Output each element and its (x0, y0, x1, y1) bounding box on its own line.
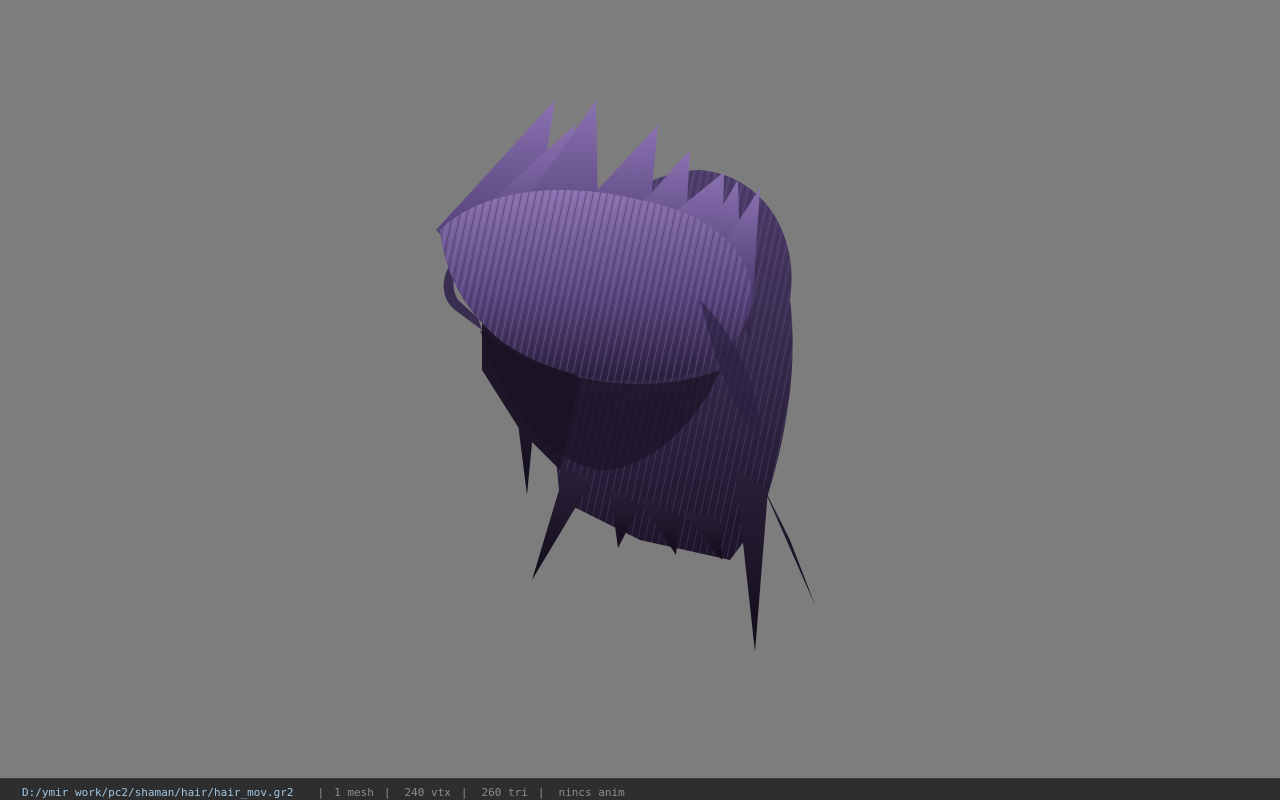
mesh-count: 1 mesh (334, 786, 374, 799)
separator: | (460, 786, 468, 799)
hair-spike-lower (532, 470, 592, 580)
animation-status: nincs anim (558, 786, 625, 799)
hair-model-render (436, 100, 815, 652)
vertex-count: 240 vtx (404, 786, 451, 799)
file-path: D:/ymir work/pc2/shaman/hair/hair_mov.gr… (22, 786, 294, 799)
status-bar: D:/ymir work/pc2/shaman/hair/hair_mov.gr… (0, 778, 1280, 800)
3d-viewport[interactable] (0, 0, 1280, 778)
separator: | (317, 786, 325, 799)
separator: | (537, 786, 545, 799)
separator: | (383, 786, 391, 799)
triangle-count: 260 tri (481, 786, 528, 799)
